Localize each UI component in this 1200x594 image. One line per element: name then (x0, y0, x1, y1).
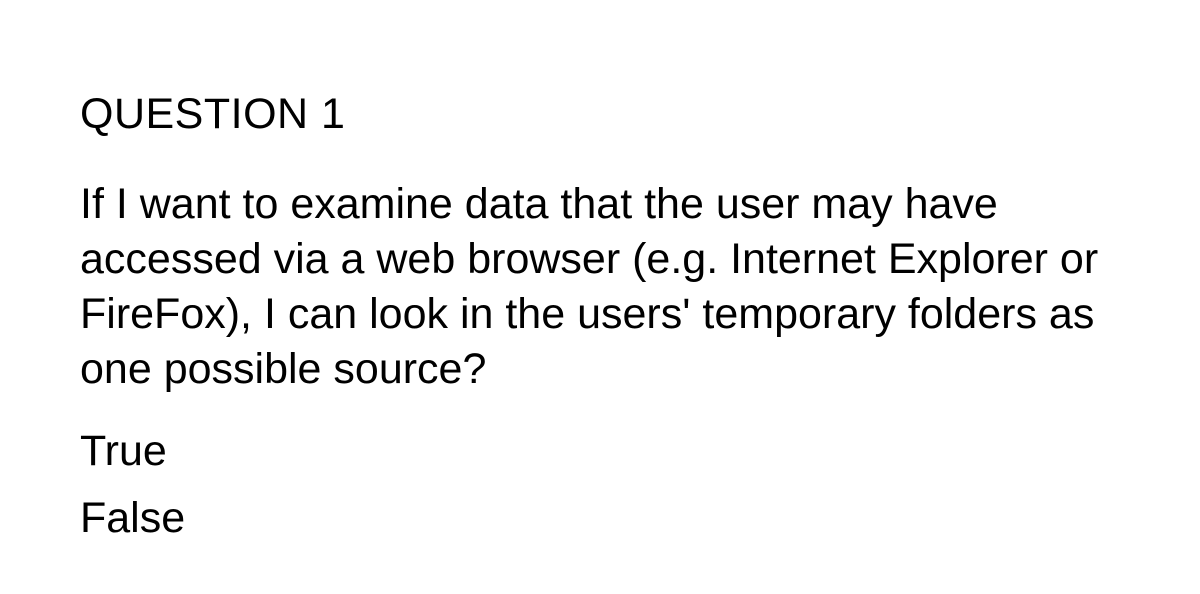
answer-option-false[interactable]: False (80, 494, 1120, 543)
question-title: QUESTION 1 (80, 90, 1120, 139)
answer-option-true[interactable]: True (80, 427, 1120, 476)
question-body: If I want to examine data that the user … (80, 177, 1120, 397)
